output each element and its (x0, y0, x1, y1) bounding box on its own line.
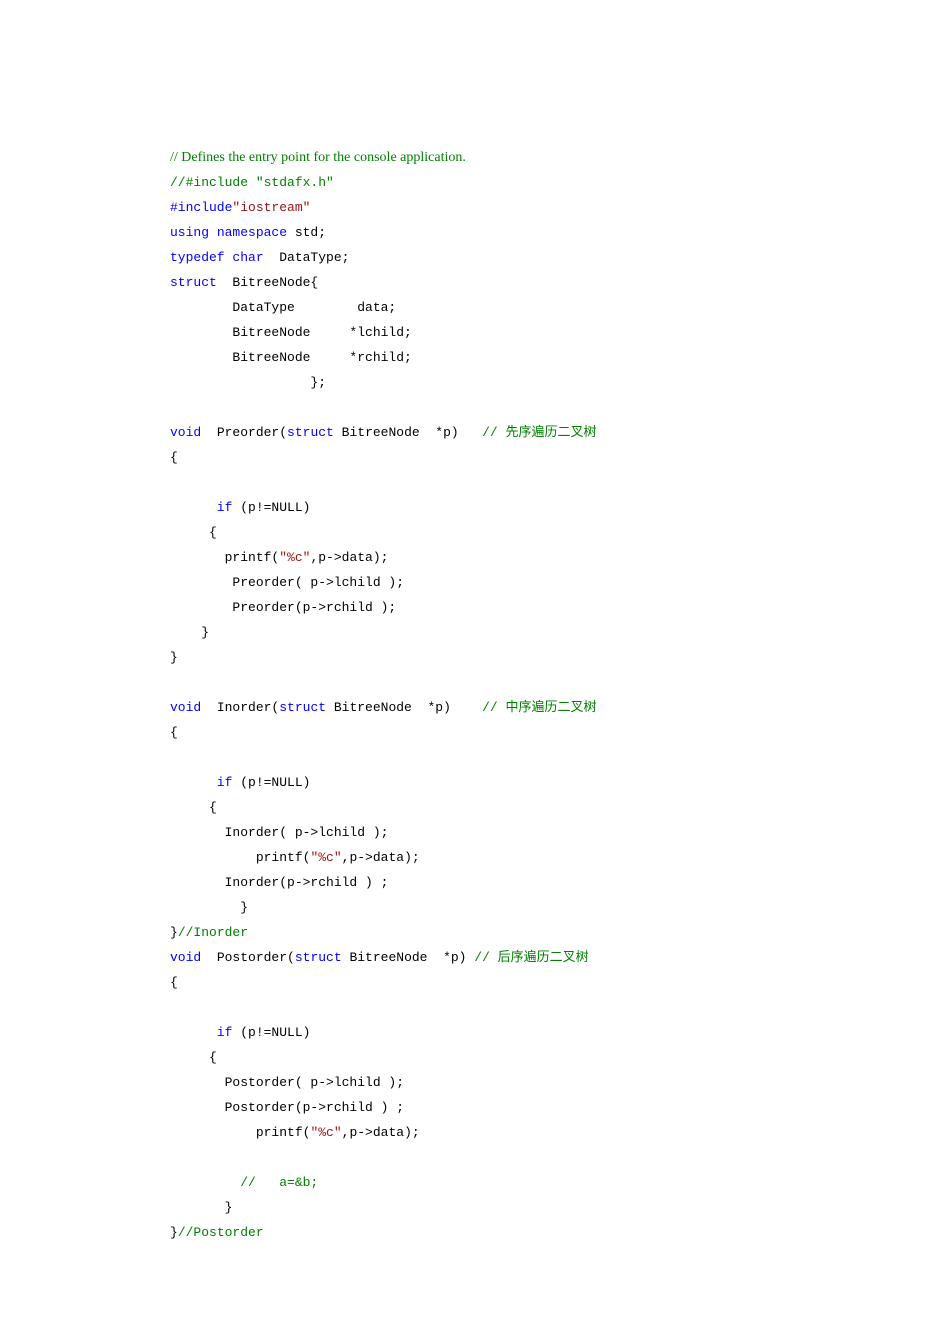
postorder-rchild: Postorder(p->rchild ) ; (170, 1100, 404, 1115)
using-namespace: using namespace std; (170, 225, 326, 240)
typedef-datatype: typedef char DataType; (170, 250, 349, 265)
brace-close-inner: } (170, 900, 248, 915)
postorder-lchild: Postorder( p->lchild ); (170, 1075, 404, 1090)
printf-call: printf("%c",p->data); (170, 550, 388, 565)
preorder-rchild: Preorder(p->rchild ); (170, 600, 396, 615)
brace-open: { (170, 450, 178, 465)
brace-close-inner: } (170, 1200, 232, 1215)
inorder-lchild: Inorder( p->lchild ); (170, 825, 388, 840)
struct-field-lchild: BitreeNode *lchild; (170, 325, 412, 340)
brace-close: } (170, 650, 178, 665)
struct-field-data: DataType data; (170, 300, 396, 315)
fn-postorder-sig: void Postorder(struct BitreeNode *p) // … (170, 950, 589, 965)
brace-open: { (170, 725, 178, 740)
inorder-rchild: Inorder(p->rchild ) ; (170, 875, 388, 890)
comment-entrypoint: // Defines the entry point for the conso… (170, 150, 466, 165)
struct-decl: struct BitreeNode{ (170, 275, 318, 290)
brace-open-inner: { (170, 525, 217, 540)
brace-close-inner: } (170, 625, 209, 640)
code-document: // Defines the entry point for the conso… (0, 0, 945, 1305)
printf-call: printf("%c",p->data); (170, 850, 420, 865)
brace-open-inner: { (170, 800, 217, 815)
brace-close-postorder: }//Postorder (170, 1225, 264, 1240)
if-stmt: if (p!=NULL) (170, 500, 310, 515)
brace-open-inner: { (170, 1050, 217, 1065)
if-stmt: if (p!=NULL) (170, 775, 310, 790)
fn-preorder-sig: void Preorder(struct BitreeNode *p) // 先… (170, 425, 597, 440)
if-stmt: if (p!=NULL) (170, 1025, 310, 1040)
struct-close: }; (170, 375, 326, 390)
struct-field-rchild: BitreeNode *rchild; (170, 350, 412, 365)
brace-open: { (170, 975, 178, 990)
fn-inorder-sig: void Inorder(struct BitreeNode *p) // 中序… (170, 700, 596, 715)
brace-close-inorder: }//Inorder (170, 925, 248, 940)
commented-code: // a=&b; (170, 1175, 318, 1190)
printf-call: printf("%c",p->data); (170, 1125, 420, 1140)
preorder-lchild: Preorder( p->lchild ); (170, 575, 404, 590)
commented-include: //#include "stdafx.h" (170, 175, 334, 190)
include-iostream: #include"iostream" (170, 200, 310, 215)
